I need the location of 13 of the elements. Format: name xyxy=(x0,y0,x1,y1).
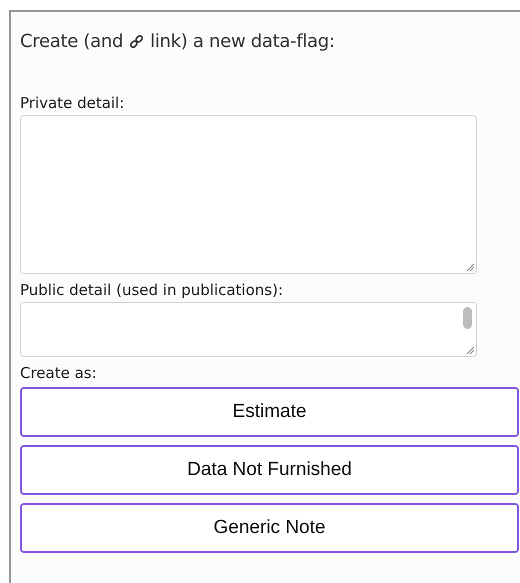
field-label: Private detail: xyxy=(20,93,126,113)
create-as-label: Create as: xyxy=(20,363,98,383)
link-icon xyxy=(129,34,144,49)
create-option-button[interactable]: Generic Note xyxy=(20,503,519,553)
scrollbar-thumb[interactable] xyxy=(463,307,472,329)
field-label: Public detail (used in publications): xyxy=(20,280,284,300)
create-option-button[interactable]: Estimate xyxy=(20,387,519,437)
form-title: Create (and xyxy=(20,30,124,54)
resize-handle-icon[interactable] xyxy=(466,263,474,271)
text-area[interactable] xyxy=(20,302,477,357)
create-option-button[interactable]: Data Not Furnished xyxy=(20,445,519,495)
form-title: link) a new data-flag: xyxy=(150,30,335,54)
resize-handle-icon[interactable] xyxy=(466,346,474,354)
